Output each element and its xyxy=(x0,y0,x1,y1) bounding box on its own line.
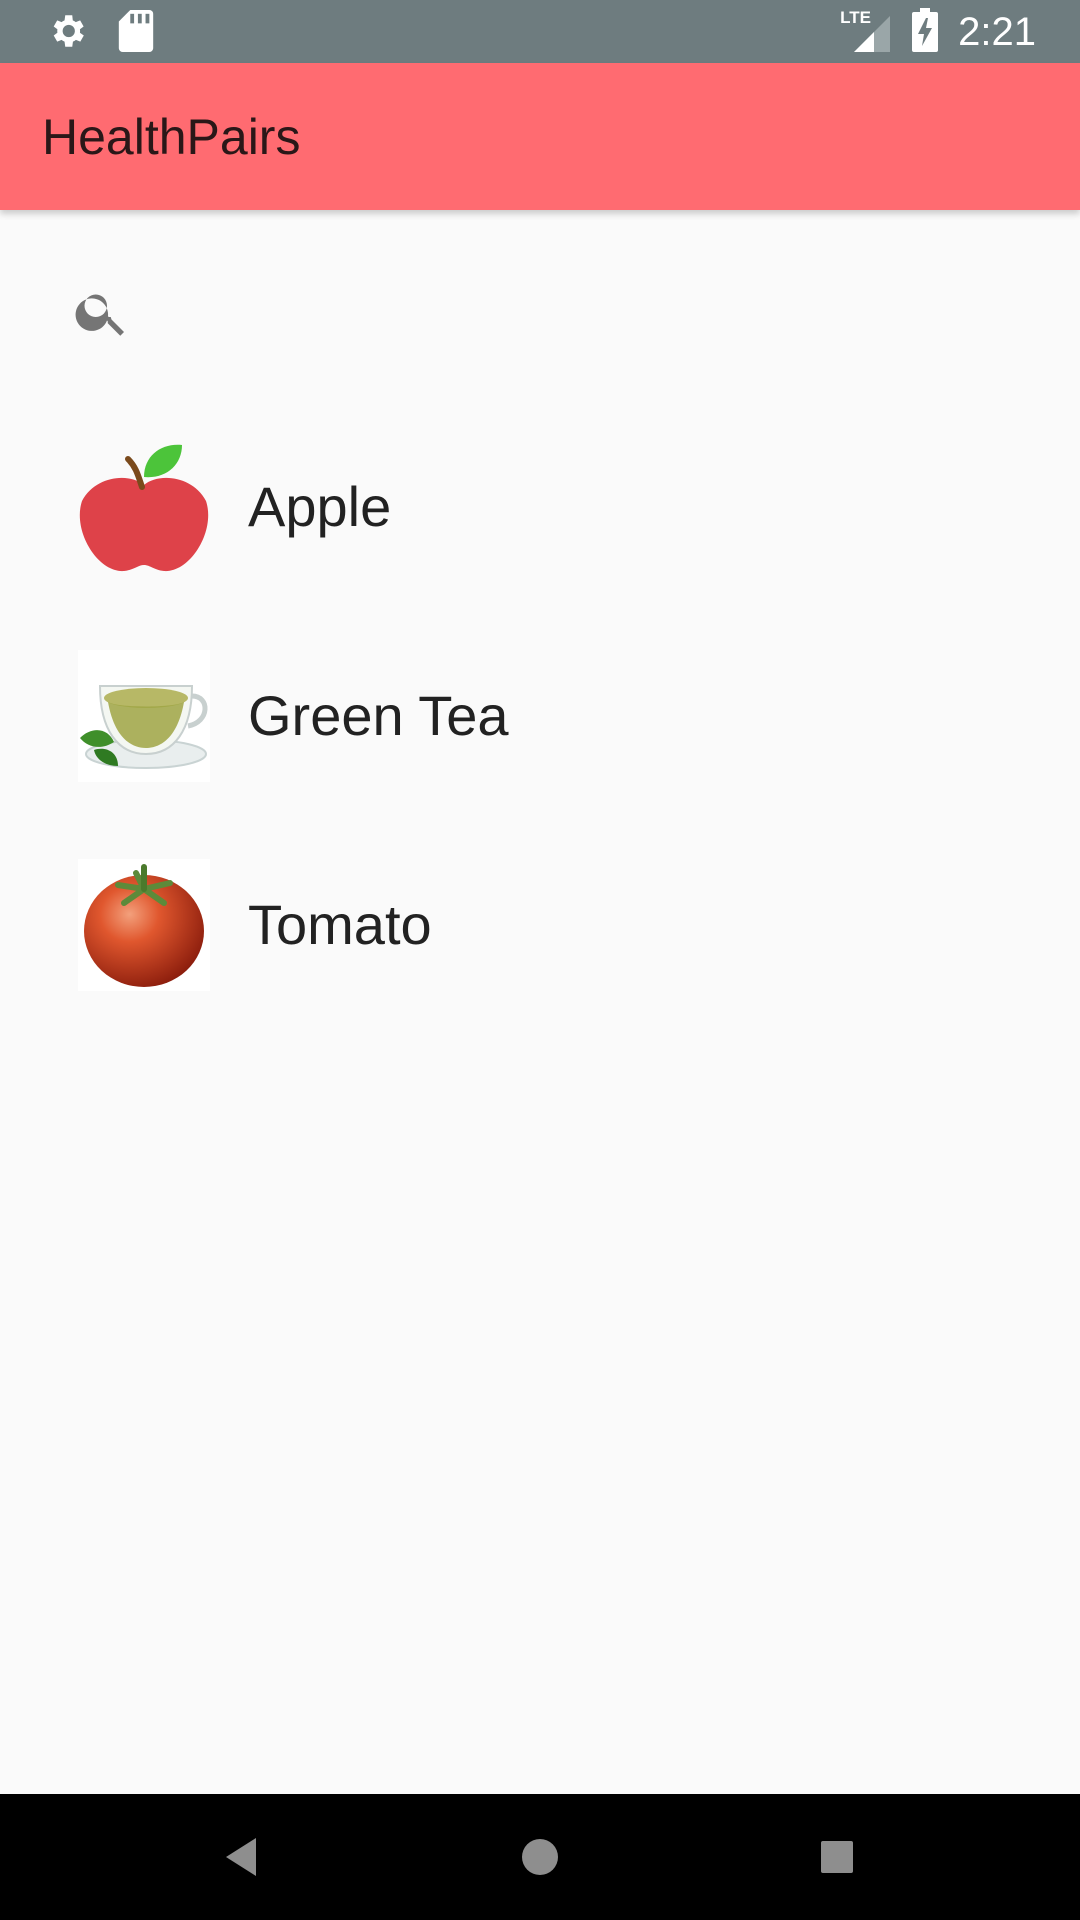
page-title: HealthPairs xyxy=(42,109,301,165)
status-bar: LTE 2:21 xyxy=(0,0,1080,63)
back-icon xyxy=(216,1838,266,1886)
sd-card-icon xyxy=(118,10,154,57)
navigation-bar xyxy=(0,1794,1080,1920)
list-item-green-tea[interactable]: Green Tea xyxy=(0,611,1080,820)
apple-image xyxy=(78,441,210,573)
app-bar: HealthPairs xyxy=(0,63,1080,210)
food-list: Apple Green Tea Tomato xyxy=(0,402,1080,1029)
home-button[interactable] xyxy=(515,1832,565,1882)
item-label-apple: Apple xyxy=(248,475,392,538)
tomato-image xyxy=(78,858,210,991)
list-item-apple[interactable]: Apple xyxy=(0,402,1080,611)
list-item-tomato[interactable]: Tomato xyxy=(0,820,1080,1029)
recents-icon xyxy=(812,1841,862,1886)
recents-button[interactable] xyxy=(812,1832,862,1882)
green-tea-image xyxy=(78,649,210,782)
search-icon xyxy=(72,294,132,346)
item-label-green-tea: Green Tea xyxy=(248,684,509,747)
search-button[interactable] xyxy=(72,282,132,342)
status-time: 2:21 xyxy=(958,10,1036,54)
battery-charging-icon xyxy=(912,7,939,57)
lte-signal-icon: LTE xyxy=(840,8,892,56)
back-button[interactable] xyxy=(216,1832,266,1882)
item-label-tomato: Tomato xyxy=(248,893,432,956)
home-icon xyxy=(515,1839,565,1886)
settings-icon xyxy=(46,10,88,57)
